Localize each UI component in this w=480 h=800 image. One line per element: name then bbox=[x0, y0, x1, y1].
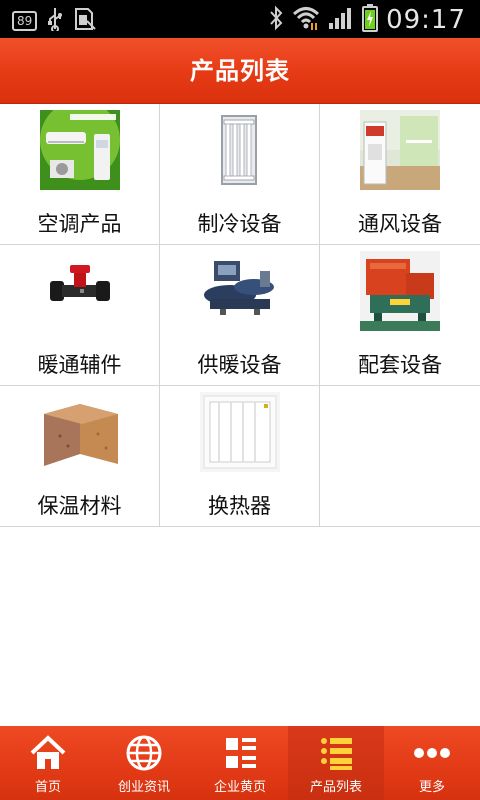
bottom-tab-bar: 首页 创业资讯 企业黄页 产品列表 更多 bbox=[0, 726, 480, 800]
product-grid-row: 保温材料 换热器 bbox=[0, 386, 480, 527]
product-label: 制冷设备 bbox=[197, 212, 282, 236]
product-label: 暖通辅件 bbox=[37, 353, 122, 377]
product-item-supporting-equipment[interactable]: 配套设备 bbox=[320, 245, 480, 385]
title-bar: 产品列表 bbox=[0, 38, 480, 104]
tab-label: 企业黄页 bbox=[213, 780, 266, 795]
product-item-air-conditioning[interactable]: 空调产品 bbox=[0, 104, 160, 244]
battery-level-box: 89 bbox=[12, 11, 38, 31]
empty-grid-cell bbox=[320, 386, 480, 526]
product-item-insulation[interactable]: 保温材料 bbox=[0, 386, 160, 526]
tab-label: 首页 bbox=[34, 780, 61, 795]
product-label: 保温材料 bbox=[37, 494, 122, 518]
product-grid-row: 暖通辅件 供暖设备 配套设备 bbox=[0, 245, 480, 386]
tab-label: 产品列表 bbox=[309, 780, 362, 795]
clock-time: 09:17 bbox=[386, 5, 466, 35]
boiler-unit-image bbox=[360, 251, 440, 331]
tab-more[interactable]: 更多 bbox=[384, 726, 480, 800]
list-icon bbox=[316, 734, 356, 772]
app-screen: 89 09:17 产品列表 空调产品 制冷设备 通风设备 暖通辅件 供暖设备 配… bbox=[0, 0, 480, 800]
signal-icon bbox=[328, 6, 354, 34]
radiator-panel-image bbox=[200, 110, 280, 190]
product-label: 配套设备 bbox=[358, 353, 442, 377]
product-item-heating[interactable]: 供暖设备 bbox=[160, 245, 320, 385]
tab-yellow-pages[interactable]: 企业黄页 bbox=[192, 726, 288, 800]
usb-icon bbox=[47, 7, 63, 35]
grid-list-icon bbox=[220, 734, 260, 772]
status-left-icons: 89 bbox=[12, 7, 97, 35]
battery-charging-icon bbox=[362, 4, 379, 36]
product-label: 换热器 bbox=[208, 494, 271, 518]
insulation-bricks-image bbox=[40, 392, 120, 472]
product-item-heat-exchanger[interactable]: 换热器 bbox=[160, 386, 320, 526]
tab-label: 更多 bbox=[418, 780, 445, 795]
ventilation-cabinet-image bbox=[360, 110, 440, 190]
bluetooth-icon bbox=[268, 5, 284, 35]
product-grid: 空调产品 制冷设备 通风设备 暖通辅件 供暖设备 配套设备 保温材料 换热器 bbox=[0, 104, 480, 527]
more-dots-icon bbox=[412, 734, 452, 772]
tab-startup-news[interactable]: 创业资讯 bbox=[96, 726, 192, 800]
product-label: 空调产品 bbox=[37, 212, 122, 236]
heat-exchanger-image bbox=[200, 392, 280, 472]
globe-icon bbox=[124, 734, 164, 772]
product-grid-row: 空调产品 制冷设备 通风设备 bbox=[0, 104, 480, 245]
sim-manage-icon bbox=[73, 7, 97, 35]
chiller-unit-image bbox=[200, 251, 280, 331]
product-label: 通风设备 bbox=[358, 212, 442, 236]
product-item-refrigeration[interactable]: 制冷设备 bbox=[160, 104, 320, 244]
page-title: 产品列表 bbox=[190, 57, 290, 85]
tab-product-list[interactable]: 产品列表 bbox=[288, 726, 384, 800]
tab-label: 创业资讯 bbox=[117, 780, 170, 795]
home-icon bbox=[28, 734, 68, 772]
product-item-hvac-fittings[interactable]: 暖通辅件 bbox=[0, 245, 160, 385]
status-right-icons: 09:17 bbox=[268, 4, 466, 36]
product-item-ventilation[interactable]: 通风设备 bbox=[320, 104, 480, 244]
product-label: 供暖设备 bbox=[197, 353, 282, 377]
valve-fitting-image bbox=[40, 251, 120, 331]
tab-home[interactable]: 首页 bbox=[0, 726, 96, 800]
status-bar: 89 09:17 bbox=[0, 0, 480, 38]
wifi-icon bbox=[292, 5, 320, 35]
air-conditioner-image bbox=[40, 110, 120, 190]
